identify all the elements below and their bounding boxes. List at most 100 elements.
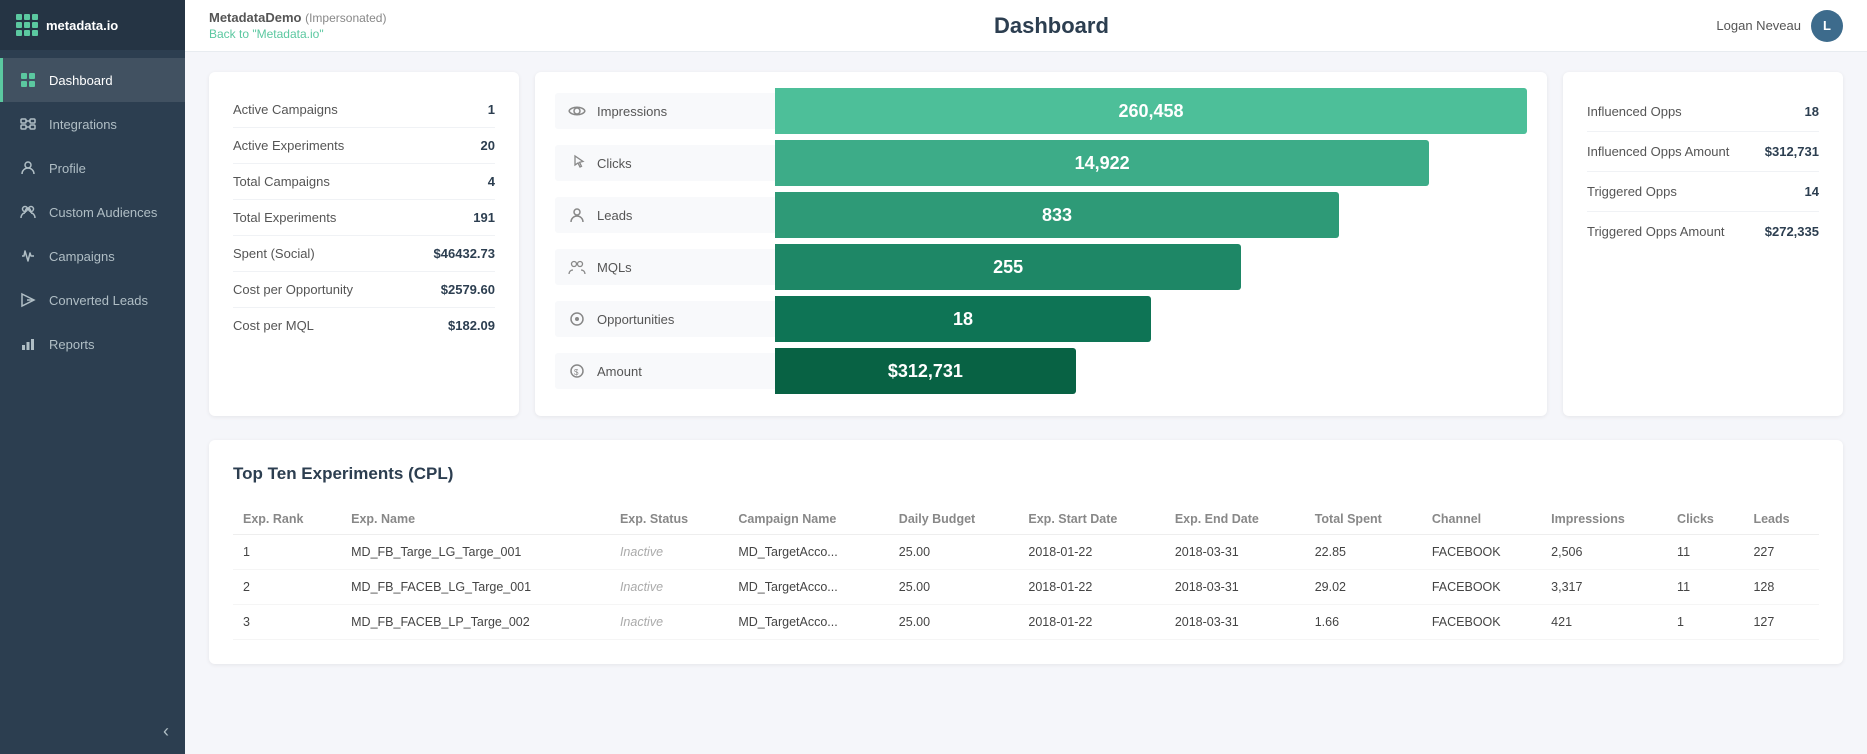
- funnel-label: MQLs: [597, 260, 632, 275]
- table-cell: 1.66: [1305, 605, 1422, 640]
- table-column-header: Total Spent: [1305, 504, 1422, 535]
- content-area: Active Campaigns1Active Experiments20Tot…: [185, 52, 1867, 754]
- opps-label: Influenced Opps Amount: [1587, 144, 1729, 159]
- table-cell: FACEBOOK: [1422, 570, 1541, 605]
- stats-value: $46432.73: [434, 246, 495, 261]
- stats-row: Active Campaigns1: [233, 92, 495, 128]
- profile-icon: [19, 159, 37, 177]
- table-cell: 3: [233, 605, 341, 640]
- sidebar-item-label: Custom Audiences: [49, 205, 157, 220]
- stats-row: Active Experiments 20: [233, 128, 495, 164]
- opps-rows: Influenced Opps18Influenced Opps Amount$…: [1587, 92, 1819, 251]
- funnel-label-cell: Opportunities: [555, 301, 775, 337]
- funnel-bar-container: $312,731: [775, 348, 1527, 394]
- sidebar-item-integrations[interactable]: Integrations: [0, 102, 185, 146]
- funnel-bar-container: 14,922: [775, 140, 1527, 186]
- table-cell: 1: [233, 535, 341, 570]
- sidebar-item-reports[interactable]: Reports: [0, 322, 185, 366]
- logo-icon: [16, 14, 38, 36]
- sidebar-item-label: Profile: [49, 161, 86, 176]
- funnel-card: Impressions 260,458 Clicks 14,922 Leads …: [535, 72, 1547, 416]
- sidebar-nav: Dashboard Integrations: [0, 50, 185, 709]
- sidebar-item-custom-audiences[interactable]: Custom Audiences: [0, 190, 185, 234]
- table-row: 2MD_FB_FACEB_LG_Targe_001InactiveMD_Targ…: [233, 570, 1819, 605]
- sidebar-item-label: Reports: [49, 337, 95, 352]
- opps-label: Influenced Opps: [1587, 104, 1682, 119]
- svg-text:$: $: [574, 368, 579, 377]
- table-cell: 2: [233, 570, 341, 605]
- table-cell: Inactive: [610, 535, 728, 570]
- sidebar-logo[interactable]: metadata.io: [0, 0, 185, 50]
- account-name: MetadataDemo: [209, 10, 301, 25]
- stats-value: 4: [488, 174, 495, 189]
- table-column-header: Clicks: [1667, 504, 1743, 535]
- sidebar-item-profile[interactable]: Profile: [0, 146, 185, 190]
- funnel-label: Leads: [597, 208, 632, 223]
- opps-value: $312,731: [1765, 144, 1819, 159]
- table-cell: FACEBOOK: [1422, 535, 1541, 570]
- stats-label: Total Campaigns: [233, 174, 330, 189]
- stats-row: Cost per Opportunity$2579.60: [233, 272, 495, 308]
- topbar: MetadataDemo (Impersonated) Back to "Met…: [185, 0, 1867, 52]
- stats-row: Total Experiments 191: [233, 200, 495, 236]
- sidebar: metadata.io Dashboard: [0, 0, 185, 754]
- table-cell: 128: [1743, 570, 1819, 605]
- table-row: 3MD_FB_FACEB_LP_Targe_002InactiveMD_Targ…: [233, 605, 1819, 640]
- table-cell: 1: [1667, 605, 1743, 640]
- funnel-label-cell: Clicks: [555, 145, 775, 181]
- table-cell: 25.00: [889, 535, 1019, 570]
- table-row: 1MD_FB_Targe_LG_Targe_001InactiveMD_Targ…: [233, 535, 1819, 570]
- experiments-table: Exp. RankExp. NameExp. StatusCampaign Na…: [233, 504, 1819, 640]
- table-header: Exp. RankExp. NameExp. StatusCampaign Na…: [233, 504, 1819, 535]
- opps-label: Triggered Opps Amount: [1587, 224, 1725, 239]
- table-body: 1MD_FB_Targe_LG_Targe_001InactiveMD_Targ…: [233, 535, 1819, 640]
- stats-label: Active Campaigns: [233, 102, 338, 117]
- sidebar-item-dashboard[interactable]: Dashboard: [0, 58, 185, 102]
- opps-row: Influenced Opps Amount $312,731: [1587, 132, 1819, 172]
- funnel-label: Amount: [597, 364, 642, 379]
- back-link[interactable]: Back to "Metadata.io": [209, 27, 386, 41]
- funnel-bar: 833: [775, 192, 1339, 238]
- table-title: Top Ten Experiments (CPL): [233, 464, 1819, 484]
- funnel-bar: 14,922: [775, 140, 1429, 186]
- funnel-row: Opportunities 18: [555, 296, 1527, 342]
- table-cell: FACEBOOK: [1422, 605, 1541, 640]
- opps-row: Triggered Opps14: [1587, 172, 1819, 212]
- funnel-bar: $312,731: [775, 348, 1076, 394]
- stats-label: Total Experiments: [233, 210, 336, 225]
- funnel-row: $ Amount $312,731: [555, 348, 1527, 394]
- funnel-icon: [567, 153, 587, 173]
- topbar-account-info: MetadataDemo (Impersonated) Back to "Met…: [209, 10, 386, 41]
- table-cell: 2018-03-31: [1165, 535, 1305, 570]
- stats-value: 191: [473, 210, 495, 225]
- funnel-label-cell: $ Amount: [555, 353, 775, 389]
- table-column-header: Exp. Name: [341, 504, 610, 535]
- stats-label: Active Experiments: [233, 138, 344, 153]
- page-title: Dashboard: [386, 13, 1716, 39]
- sidebar-item-converted-leads[interactable]: Converted Leads: [0, 278, 185, 322]
- status-badge: Inactive: [620, 545, 663, 559]
- status-badge: Inactive: [620, 580, 663, 594]
- table-cell: MD_TargetAcco...: [728, 570, 888, 605]
- funnel-label-cell: Leads: [555, 197, 775, 233]
- stats-row: Total Campaigns 4: [233, 164, 495, 200]
- sidebar-item-label: Converted Leads: [49, 293, 148, 308]
- funnel-bar-container: 255: [775, 244, 1527, 290]
- sidebar-collapse-button[interactable]: ‹: [0, 709, 185, 754]
- stats-value: 20: [481, 138, 495, 153]
- opps-value: $272,335: [1765, 224, 1819, 239]
- converted-leads-icon: [19, 291, 37, 309]
- stats-label: Cost per MQL: [233, 318, 314, 333]
- table-cell: 11: [1667, 535, 1743, 570]
- main-area: MetadataDemo (Impersonated) Back to "Met…: [185, 0, 1867, 754]
- table-cell: 25.00: [889, 570, 1019, 605]
- funnel-label: Clicks: [597, 156, 632, 171]
- sidebar-item-label: Campaigns: [49, 249, 115, 264]
- stats-card: Active Campaigns1 Active Experiments 20 Tot…: [209, 72, 519, 416]
- table-cell: 127: [1743, 605, 1819, 640]
- cards-row: Active Campaigns1 Active Experiments 20 Tot…: [209, 72, 1843, 416]
- table-cell: Inactive: [610, 570, 728, 605]
- funnel-icon: [567, 101, 587, 121]
- sidebar-item-campaigns[interactable]: Campaigns: [0, 234, 185, 278]
- table-cell: 2018-03-31: [1165, 605, 1305, 640]
